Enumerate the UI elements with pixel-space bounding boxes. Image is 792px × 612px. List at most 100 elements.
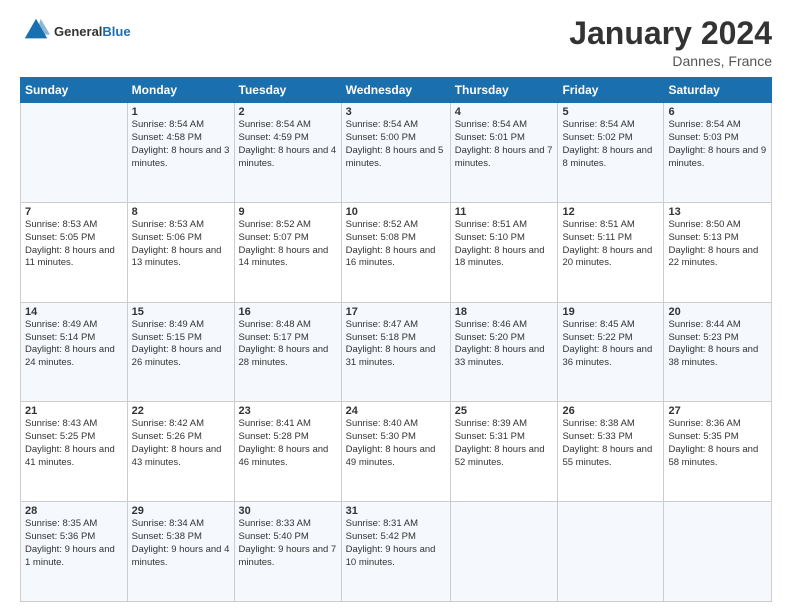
calendar-week-row: 14Sunrise: 8:49 AM Sunset: 5:14 PM Dayli… xyxy=(21,302,772,402)
table-row: 14Sunrise: 8:49 AM Sunset: 5:14 PM Dayli… xyxy=(21,302,128,402)
day-number: 11 xyxy=(455,206,554,218)
table-row: 19Sunrise: 8:45 AM Sunset: 5:22 PM Dayli… xyxy=(558,302,664,402)
table-row: 21Sunrise: 8:43 AM Sunset: 5:25 PM Dayli… xyxy=(21,402,128,502)
day-detail: Sunrise: 8:43 AM Sunset: 5:25 PM Dayligh… xyxy=(25,418,123,469)
day-number: 2 xyxy=(239,106,337,118)
day-number: 4 xyxy=(455,106,554,118)
day-number: 20 xyxy=(668,306,767,318)
table-row: 31Sunrise: 8:31 AM Sunset: 5:42 PM Dayli… xyxy=(341,502,450,602)
day-number: 17 xyxy=(346,306,446,318)
table-row: 28Sunrise: 8:35 AM Sunset: 5:36 PM Dayli… xyxy=(21,502,128,602)
calendar-page: GeneralBlue January 2024 Dannes, France … xyxy=(0,0,792,612)
day-number: 7 xyxy=(25,206,123,218)
day-number: 9 xyxy=(239,206,337,218)
calendar-week-row: 1Sunrise: 8:54 AM Sunset: 4:58 PM Daylig… xyxy=(21,103,772,203)
day-number: 28 xyxy=(25,505,123,517)
calendar-table: Sunday Monday Tuesday Wednesday Thursday… xyxy=(20,77,772,602)
day-detail: Sunrise: 8:54 AM Sunset: 4:58 PM Dayligh… xyxy=(132,119,230,170)
day-detail: Sunrise: 8:39 AM Sunset: 5:31 PM Dayligh… xyxy=(455,418,554,469)
day-number: 14 xyxy=(25,306,123,318)
day-number: 12 xyxy=(562,206,659,218)
col-tuesday: Tuesday xyxy=(234,78,341,103)
table-row: 18Sunrise: 8:46 AM Sunset: 5:20 PM Dayli… xyxy=(450,302,558,402)
col-friday: Friday xyxy=(558,78,664,103)
day-detail: Sunrise: 8:44 AM Sunset: 5:23 PM Dayligh… xyxy=(668,319,767,370)
logo-icon xyxy=(22,16,50,44)
table-row: 2Sunrise: 8:54 AM Sunset: 4:59 PM Daylig… xyxy=(234,103,341,203)
table-row: 16Sunrise: 8:48 AM Sunset: 5:17 PM Dayli… xyxy=(234,302,341,402)
day-detail: Sunrise: 8:36 AM Sunset: 5:35 PM Dayligh… xyxy=(668,418,767,469)
day-detail: Sunrise: 8:50 AM Sunset: 5:13 PM Dayligh… xyxy=(668,219,767,270)
table-row xyxy=(450,502,558,602)
day-detail: Sunrise: 8:41 AM Sunset: 5:28 PM Dayligh… xyxy=(239,418,337,469)
col-sunday: Sunday xyxy=(21,78,128,103)
calendar-header-row: Sunday Monday Tuesday Wednesday Thursday… xyxy=(21,78,772,103)
day-detail: Sunrise: 8:52 AM Sunset: 5:08 PM Dayligh… xyxy=(346,219,446,270)
table-row: 8Sunrise: 8:53 AM Sunset: 5:06 PM Daylig… xyxy=(127,202,234,302)
day-detail: Sunrise: 8:53 AM Sunset: 5:05 PM Dayligh… xyxy=(25,219,123,270)
table-row: 13Sunrise: 8:50 AM Sunset: 5:13 PM Dayli… xyxy=(664,202,772,302)
logo: GeneralBlue xyxy=(20,16,131,49)
day-number: 31 xyxy=(346,505,446,517)
table-row: 17Sunrise: 8:47 AM Sunset: 5:18 PM Dayli… xyxy=(341,302,450,402)
day-detail: Sunrise: 8:48 AM Sunset: 5:17 PM Dayligh… xyxy=(239,319,337,370)
table-row: 11Sunrise: 8:51 AM Sunset: 5:10 PM Dayli… xyxy=(450,202,558,302)
table-row: 15Sunrise: 8:49 AM Sunset: 5:15 PM Dayli… xyxy=(127,302,234,402)
table-row: 3Sunrise: 8:54 AM Sunset: 5:00 PM Daylig… xyxy=(341,103,450,203)
table-row: 10Sunrise: 8:52 AM Sunset: 5:08 PM Dayli… xyxy=(341,202,450,302)
day-detail: Sunrise: 8:54 AM Sunset: 4:59 PM Dayligh… xyxy=(239,119,337,170)
table-row: 6Sunrise: 8:54 AM Sunset: 5:03 PM Daylig… xyxy=(664,103,772,203)
day-number: 21 xyxy=(25,405,123,417)
table-row: 1Sunrise: 8:54 AM Sunset: 4:58 PM Daylig… xyxy=(127,103,234,203)
day-number: 13 xyxy=(668,206,767,218)
day-detail: Sunrise: 8:49 AM Sunset: 5:14 PM Dayligh… xyxy=(25,319,123,370)
col-monday: Monday xyxy=(127,78,234,103)
col-saturday: Saturday xyxy=(664,78,772,103)
day-detail: Sunrise: 8:54 AM Sunset: 5:01 PM Dayligh… xyxy=(455,119,554,170)
day-number: 23 xyxy=(239,405,337,417)
day-number: 24 xyxy=(346,405,446,417)
calendar-week-row: 7Sunrise: 8:53 AM Sunset: 5:05 PM Daylig… xyxy=(21,202,772,302)
day-number: 22 xyxy=(132,405,230,417)
logo-general: General xyxy=(54,24,102,39)
table-row xyxy=(664,502,772,602)
table-row: 9Sunrise: 8:52 AM Sunset: 5:07 PM Daylig… xyxy=(234,202,341,302)
table-row xyxy=(21,103,128,203)
day-number: 27 xyxy=(668,405,767,417)
day-detail: Sunrise: 8:53 AM Sunset: 5:06 PM Dayligh… xyxy=(132,219,230,270)
table-row: 25Sunrise: 8:39 AM Sunset: 5:31 PM Dayli… xyxy=(450,402,558,502)
day-number: 30 xyxy=(239,505,337,517)
day-detail: Sunrise: 8:31 AM Sunset: 5:42 PM Dayligh… xyxy=(346,518,446,569)
day-detail: Sunrise: 8:51 AM Sunset: 5:11 PM Dayligh… xyxy=(562,219,659,270)
day-number: 1 xyxy=(132,106,230,118)
day-detail: Sunrise: 8:45 AM Sunset: 5:22 PM Dayligh… xyxy=(562,319,659,370)
table-row: 23Sunrise: 8:41 AM Sunset: 5:28 PM Dayli… xyxy=(234,402,341,502)
day-detail: Sunrise: 8:34 AM Sunset: 5:38 PM Dayligh… xyxy=(132,518,230,569)
day-detail: Sunrise: 8:38 AM Sunset: 5:33 PM Dayligh… xyxy=(562,418,659,469)
day-detail: Sunrise: 8:35 AM Sunset: 5:36 PM Dayligh… xyxy=(25,518,123,569)
table-row: 4Sunrise: 8:54 AM Sunset: 5:01 PM Daylig… xyxy=(450,103,558,203)
day-number: 5 xyxy=(562,106,659,118)
day-number: 18 xyxy=(455,306,554,318)
table-row: 24Sunrise: 8:40 AM Sunset: 5:30 PM Dayli… xyxy=(341,402,450,502)
table-row: 7Sunrise: 8:53 AM Sunset: 5:05 PM Daylig… xyxy=(21,202,128,302)
table-row: 22Sunrise: 8:42 AM Sunset: 5:26 PM Dayli… xyxy=(127,402,234,502)
month-year: January 2024 xyxy=(569,16,772,51)
table-row xyxy=(558,502,664,602)
day-number: 6 xyxy=(668,106,767,118)
table-row: 20Sunrise: 8:44 AM Sunset: 5:23 PM Dayli… xyxy=(664,302,772,402)
table-row: 27Sunrise: 8:36 AM Sunset: 5:35 PM Dayli… xyxy=(664,402,772,502)
table-row: 30Sunrise: 8:33 AM Sunset: 5:40 PM Dayli… xyxy=(234,502,341,602)
day-number: 10 xyxy=(346,206,446,218)
calendar-week-row: 21Sunrise: 8:43 AM Sunset: 5:25 PM Dayli… xyxy=(21,402,772,502)
table-row: 29Sunrise: 8:34 AM Sunset: 5:38 PM Dayli… xyxy=(127,502,234,602)
day-number: 26 xyxy=(562,405,659,417)
page-header: GeneralBlue January 2024 Dannes, France xyxy=(20,16,772,69)
day-detail: Sunrise: 8:47 AM Sunset: 5:18 PM Dayligh… xyxy=(346,319,446,370)
day-number: 25 xyxy=(455,405,554,417)
day-detail: Sunrise: 8:40 AM Sunset: 5:30 PM Dayligh… xyxy=(346,418,446,469)
table-row: 12Sunrise: 8:51 AM Sunset: 5:11 PM Dayli… xyxy=(558,202,664,302)
table-row: 5Sunrise: 8:54 AM Sunset: 5:02 PM Daylig… xyxy=(558,103,664,203)
day-number: 19 xyxy=(562,306,659,318)
logo-blue: Blue xyxy=(102,24,130,39)
